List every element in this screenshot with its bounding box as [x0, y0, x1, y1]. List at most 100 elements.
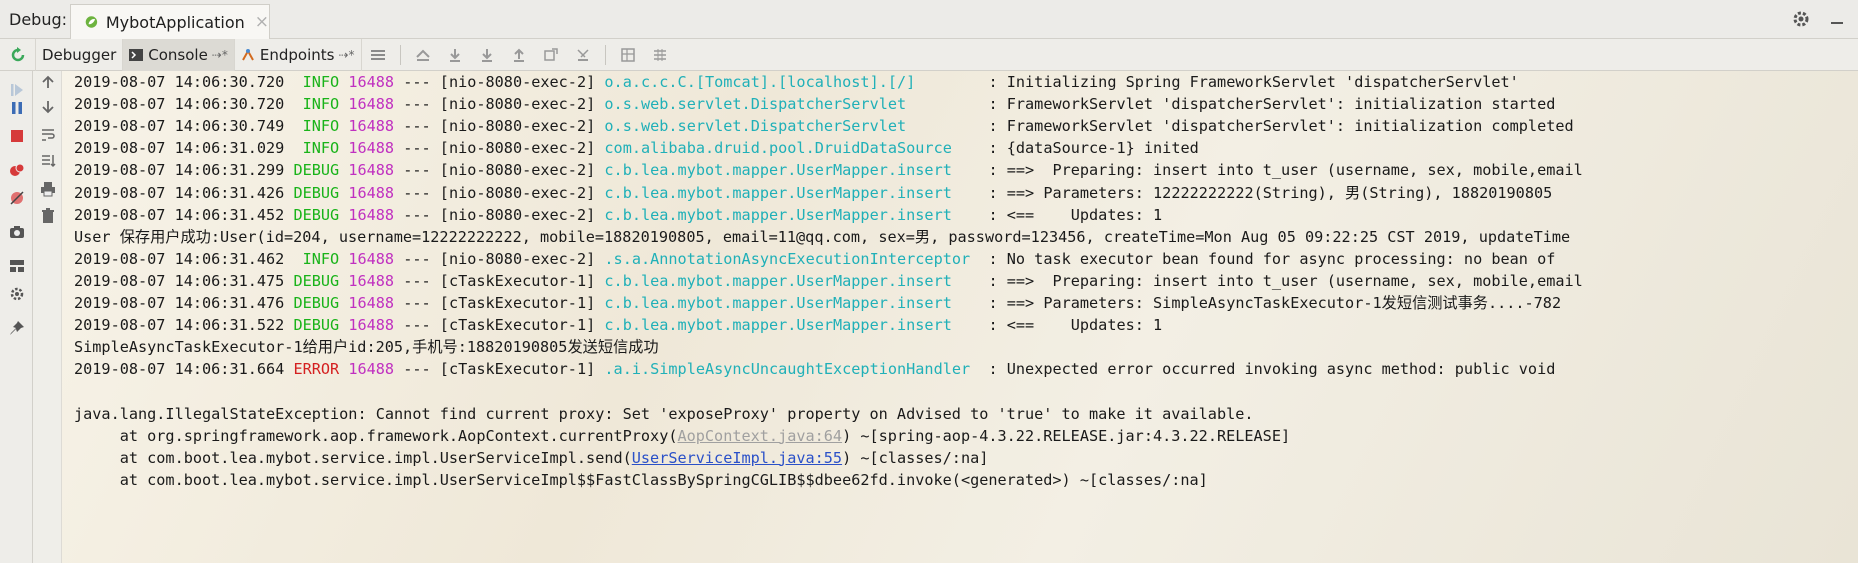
log-message: : ==> Parameters: 12222222222(String), 男…	[988, 183, 1553, 202]
debug-label: Debug:	[9, 10, 68, 29]
log-thread: [nio-8080-exec-2]	[439, 249, 596, 268]
log-line: 2019-08-07 14:06:30.720 INFO 16488 --- […	[74, 93, 1555, 115]
console-side-toolbar	[33, 71, 62, 563]
log-line: 2019-08-07 14:06:30.749 INFO 16488 --- […	[74, 115, 1574, 137]
pin-tab-icon[interactable]	[6, 317, 28, 339]
console-output[interactable]: 2019-08-07 14:06:30.720 INFO 16488 --- […	[62, 71, 1858, 563]
log-thread: [cTaskExecutor-1]	[439, 316, 596, 335]
step-into-icon[interactable]	[471, 39, 503, 71]
log-level: DEBUG	[293, 294, 340, 312]
log-level: DEBUG	[293, 316, 340, 335]
log-pid: 16488	[348, 117, 395, 136]
tab-debugger-label: Debugger	[42, 45, 117, 64]
rerun-button[interactable]	[0, 38, 36, 71]
log-message: : <== Updates: 1	[988, 205, 1163, 224]
log-level: DEBUG	[293, 183, 340, 202]
stack-frame-source-link: <generated>	[960, 470, 1062, 489]
tab-console[interactable]: Console ⇢*	[123, 38, 235, 71]
layout-icon[interactable]	[6, 255, 28, 277]
log-level: INFO	[293, 139, 340, 158]
trace-current-stream-icon[interactable]	[644, 39, 676, 71]
print-icon[interactable]	[37, 178, 59, 200]
debug-toolbar: Debugger Console ⇢* Endpoints ⇢*	[0, 38, 1858, 71]
log-line: 2019-08-07 14:06:31.029 INFO 16488 --- […	[74, 137, 1199, 159]
log-thread: [nio-8080-exec-2]	[439, 95, 596, 114]
settings-gear-icon[interactable]	[1792, 10, 1810, 28]
log-message: : ==> Preparing: insert into t_user (use…	[988, 271, 1583, 290]
soft-wrap-icon[interactable]	[37, 124, 59, 146]
log-pid: 16488	[348, 316, 395, 335]
log-message: : No task executor bean found for async …	[988, 249, 1556, 268]
log-line: at com.boot.lea.mybot.service.impl.UserS…	[74, 469, 1208, 491]
camera-icon[interactable]	[6, 221, 28, 243]
log-timestamp: 2019-08-07 14:06:31.452	[74, 205, 294, 224]
log-message: : Initializing Spring FrameworkServlet '…	[988, 73, 1519, 91]
log-logger: .s.a.AnnotationAsyncExecutionInterceptor	[604, 249, 980, 268]
log-timestamp: 2019-08-07 14:06:31.029	[74, 139, 294, 158]
log-line: 2019-08-07 14:06:31.475 DEBUG 16488 --- …	[74, 270, 1583, 292]
step-out-icon[interactable]	[503, 39, 535, 71]
down-arrow-icon[interactable]	[37, 96, 59, 118]
log-logger: c.b.lea.mybot.mapper.UserMapper.insert	[604, 316, 980, 335]
tab-debugger[interactable]: Debugger	[36, 38, 124, 71]
close-tab-icon[interactable]: ×	[255, 12, 269, 32]
stack-frame-text: at com.boot.lea.mybot.service.impl.UserS…	[74, 470, 961, 489]
log-timestamp: 2019-08-07 14:06:31.426	[74, 183, 294, 202]
log-level: DEBUG	[293, 161, 340, 180]
log-separator: ---	[403, 294, 431, 312]
log-line: 2019-08-07 14:06:31.462 INFO 16488 --- […	[74, 248, 1555, 270]
log-logger: c.b.lea.mybot.mapper.UserMapper.insert	[604, 271, 980, 290]
menu-lines-icon[interactable]	[362, 39, 394, 71]
log-timestamp: 2019-08-07 14:06:31.522	[74, 316, 294, 335]
stack-frame-text: at com.boot.lea.mybot.service.impl.UserS…	[74, 448, 632, 467]
stack-frame-source-link[interactable]: UserServiceImpl.java:55	[632, 449, 842, 467]
log-line: at com.boot.lea.mybot.service.impl.UserS…	[74, 447, 989, 469]
up-arrow-icon[interactable]	[37, 71, 59, 93]
log-message: : ==> Preparing: insert into t_user (use…	[988, 161, 1583, 180]
pin-icon[interactable]: ⇢*	[212, 48, 228, 62]
run-to-cursor-icon[interactable]	[567, 39, 599, 71]
step-over-icon[interactable]	[439, 39, 471, 71]
run-config-tab[interactable]: MybotApplication ×	[70, 4, 270, 39]
evaluate-expression-icon[interactable]	[612, 39, 644, 71]
log-separator: ---	[403, 95, 431, 114]
mute-breakpoints-icon[interactable]	[6, 187, 28, 209]
log-thread: [nio-8080-exec-2]	[439, 183, 596, 202]
console-icon	[129, 48, 144, 61]
log-logger: c.b.lea.mybot.mapper.UserMapper.insert	[604, 161, 980, 180]
scroll-to-end-icon[interactable]	[37, 150, 59, 172]
log-thread: [nio-8080-exec-2]	[439, 117, 596, 136]
drop-frame-icon[interactable]	[535, 39, 567, 71]
log-thread: [nio-8080-exec-2]	[439, 139, 596, 158]
run-config-title: MybotApplication	[105, 12, 245, 32]
log-timestamp: 2019-08-07 14:06:31.476	[74, 294, 294, 312]
debug-titlebar: Debug: MybotApplication ×	[0, 0, 1858, 39]
minimize-icon[interactable]	[1828, 10, 1846, 28]
log-line: SimpleAsyncTaskExecutor-1给用户id:205,手机号:1…	[74, 336, 659, 358]
log-message: : {dataSource-1} inited	[988, 139, 1199, 158]
log-line: at org.springframework.aop.framework.Aop…	[74, 425, 1290, 447]
show-execution-point-icon[interactable]	[407, 39, 439, 71]
log-line: 2019-08-07 14:06:31.299 DEBUG 16488 --- …	[74, 159, 1583, 181]
stack-frame-source-link[interactable]: AopContext.java:64	[677, 427, 842, 445]
log-logger: c.b.lea.mybot.mapper.UserMapper.insert	[604, 294, 980, 312]
tab-endpoints[interactable]: Endpoints ⇢*	[235, 38, 362, 71]
pause-icon[interactable]	[6, 97, 28, 119]
pin-icon[interactable]: ⇢*	[338, 48, 354, 62]
log-line: 2019-08-07 14:06:31.664 ERROR 16488 --- …	[74, 358, 1555, 380]
log-timestamp: 2019-08-07 14:06:31.475	[74, 271, 294, 290]
settings-icon[interactable]	[6, 283, 28, 305]
log-message: : Unexpected error occurred invoking asy…	[988, 360, 1556, 379]
log-timestamp: 2019-08-07 14:06:30.720	[74, 73, 294, 91]
log-separator: ---	[403, 205, 431, 224]
stop-icon[interactable]	[6, 125, 28, 147]
log-logger: o.s.web.servlet.DispatcherServlet	[604, 117, 980, 136]
log-timestamp: 2019-08-07 14:06:31.664	[74, 360, 294, 379]
log-timestamp: 2019-08-07 14:06:31.462	[74, 249, 294, 268]
log-line: 2019-08-07 14:06:31.452 DEBUG 16488 --- …	[74, 204, 1162, 226]
view-breakpoints-icon[interactable]	[6, 159, 28, 181]
log-separator: ---	[403, 271, 431, 290]
log-timestamp: 2019-08-07 14:06:30.720	[74, 95, 294, 114]
clear-all-icon[interactable]	[37, 205, 59, 227]
log-logger: c.b.lea.mybot.mapper.UserMapper.insert	[604, 205, 980, 224]
